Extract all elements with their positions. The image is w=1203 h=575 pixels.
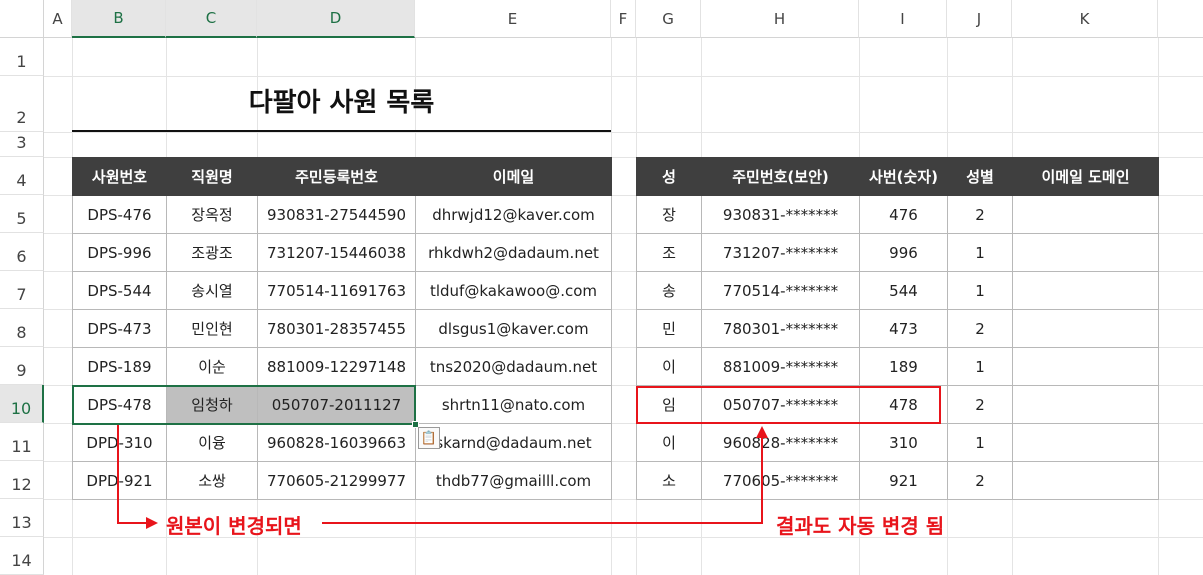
arrow-right-head — [756, 426, 768, 438]
spreadsheet: A B C D E F G H I J K 1 2 3 4 5 6 7 8 9 … — [0, 0, 1203, 575]
arrow-right-line — [322, 438, 763, 524]
annotation-auto-updated: 결과도 자동 변경 됨 — [776, 514, 945, 538]
annotation-arrows — [117, 425, 768, 529]
arrow-left-line — [117, 425, 148, 524]
annotation-original-changed: 원본이 변경되면 — [166, 514, 302, 538]
arrow-left-head — [146, 517, 158, 529]
